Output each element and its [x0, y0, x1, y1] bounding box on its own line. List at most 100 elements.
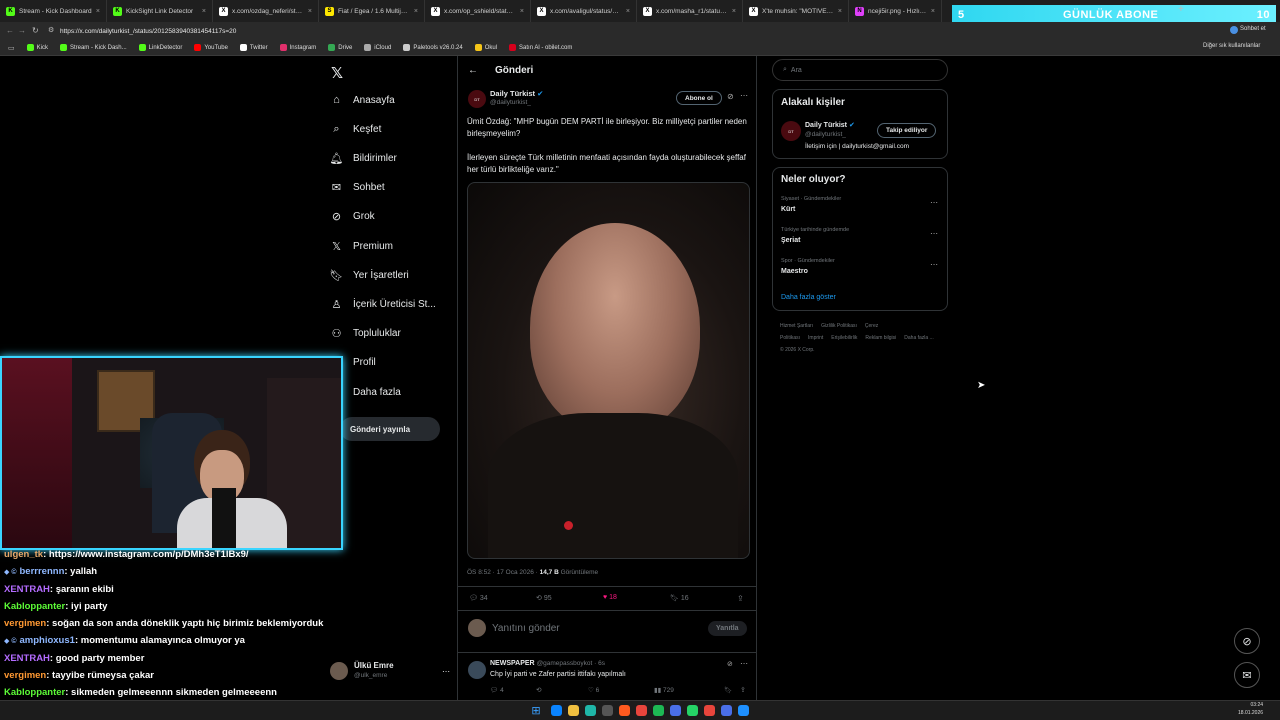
new-tab-icon[interactable]: + [1178, 4, 1184, 15]
trend-topic[interactable]: Kürt [781, 206, 795, 213]
reply-input[interactable]: Yanıtını gönder [492, 623, 560, 634]
reply-button[interactable]: Yanıtla [708, 621, 747, 636]
reload-icon[interactable]: ↻ [32, 26, 39, 35]
chat-username[interactable]: ulgen_tk [4, 549, 43, 560]
reply-count-button[interactable]: 💬︎ 34 [469, 594, 488, 602]
share-icon[interactable]: ⇪ [737, 594, 744, 603]
post-button[interactable]: Gönderi yayınla [340, 417, 440, 441]
reply-views-button[interactable]: ▮▮ 729 [654, 686, 674, 694]
footer-link[interactable]: Hizmet Şartları [780, 323, 813, 329]
grok-icon[interactable]: ⊘ [727, 660, 733, 668]
chat-username[interactable]: vergimen [4, 618, 46, 629]
more-icon[interactable]: ⋯ [740, 91, 748, 100]
author-avatar[interactable]: DT [468, 90, 486, 108]
taskbar-app-icon[interactable] [584, 705, 596, 716]
footer-link[interactable]: Erişilebilirlik [831, 335, 857, 341]
browser-tab[interactable]: K Stream - Kick Dashboard × [0, 0, 107, 22]
taskbar-app-icon[interactable] [550, 705, 562, 716]
taskbar-app-icon[interactable] [720, 705, 732, 716]
avatar[interactable] [468, 661, 486, 679]
nav-item-bell[interactable]: 🔔︎ Bildirimler [330, 148, 397, 168]
more-icon[interactable]: ⋯ [442, 667, 450, 676]
bookmark-item[interactable]: LinkDetector [138, 44, 182, 51]
chat-username[interactable]: XENTRAH [4, 584, 50, 595]
bookmark-item[interactable]: iCloud [364, 44, 391, 51]
taskbar-app-icon[interactable] [635, 705, 647, 716]
tab-close-icon[interactable]: × [202, 8, 206, 15]
taskbar-app-icon[interactable] [737, 705, 749, 716]
post-image[interactable] [467, 182, 750, 559]
windows-start-icon[interactable]: ⊞ [531, 704, 540, 717]
nav-item-home[interactable]: ⌂ Anasayfa [330, 90, 395, 110]
reply-repost-button[interactable]: ⟲ [536, 686, 541, 694]
account-switcher[interactable]: Ülkü Emre @ulk_emre ⋯ [330, 660, 450, 682]
nav-item-search[interactable]: ⌕ Keşfet [330, 119, 381, 139]
following-button[interactable]: Takip ediliyor [877, 123, 937, 138]
x-logo-icon[interactable]: 𝕏 [331, 64, 343, 82]
back-arrow-icon[interactable]: ← [468, 65, 478, 76]
forward-icon[interactable]: → [18, 26, 26, 35]
chat-username[interactable]: amphioxus1 [20, 635, 75, 646]
footer-link[interactable]: Gizlilik Politikası [821, 323, 857, 329]
bookmark-item[interactable]: Satın Al - obilet.com [509, 44, 572, 51]
footer-link[interactable]: Daha fazla ... [904, 335, 933, 341]
tab-close-icon[interactable]: × [414, 8, 418, 15]
tab-close-icon[interactable]: × [308, 8, 312, 15]
bookmark-item[interactable]: Paletools v26.0.24 [403, 44, 463, 51]
taskbar-app-icon[interactable] [652, 705, 664, 716]
bookmark-menu-icon[interactable]: ▭ [8, 44, 15, 52]
footer-link[interactable]: Imprint [808, 335, 823, 341]
bookmark-item[interactable]: Drive [328, 44, 352, 51]
browser-tab[interactable]: S Fiat / Egea / 1.6 Multijet / Lo… × [319, 0, 425, 22]
taskbar-app-icon[interactable] [618, 705, 630, 716]
nav-item-mail[interactable]: ✉ Sohbet [330, 178, 385, 198]
repost-button[interactable]: ⟲ 95 [536, 594, 552, 602]
trend-topic[interactable]: Maestro [781, 268, 808, 275]
chat-username[interactable]: berrrennn [20, 566, 65, 577]
tab-close-icon[interactable]: × [520, 8, 524, 15]
clock[interactable]: 03:24 18.01.2026 [1238, 701, 1263, 717]
taskbar-app-icon[interactable] [686, 705, 698, 716]
profile-icon[interactable] [1230, 26, 1238, 34]
messages-fab-icon[interactable]: ✉ [1234, 662, 1260, 688]
chat-username[interactable]: Kabloppanter [4, 687, 65, 698]
reply-share-icon[interactable]: ⇪ [740, 686, 746, 694]
profile-chat-label[interactable]: Sohbet et [1240, 26, 1266, 32]
browser-tab[interactable]: X X'te muhsin: "MOTIVE YILDI… × [743, 0, 849, 22]
browser-tab[interactable]: Xx.com/ozdag_neferi/status/2… × [213, 0, 319, 22]
chat-username[interactable]: vergimen [4, 670, 46, 681]
related-name-row[interactable]: Daily Türkist ✔ [805, 121, 855, 129]
like-button[interactable]: ♥ 18 [603, 594, 617, 601]
taskbar-app-icon[interactable] [567, 705, 579, 716]
trend-more-icon[interactable]: ⋯ [930, 229, 938, 238]
grok-icon[interactable]: ⊘ [727, 92, 734, 101]
browser-tab[interactable]: Xx.com/op_sshield/status/201… × [425, 0, 531, 22]
taskbar-app-icon[interactable] [669, 705, 681, 716]
bookmark-item[interactable]: Okul [474, 44, 497, 51]
chat-username[interactable]: XENTRAH [4, 653, 50, 664]
more-icon[interactable]: ⋯ [740, 659, 748, 668]
reply-bookmark-icon[interactable]: 🔖︎ [724, 686, 732, 694]
subscribe-button[interactable]: Abone ol [676, 91, 722, 105]
search-box[interactable]: ⌕ Ara [772, 59, 948, 81]
site-info-icon[interactable]: ⚙ [48, 26, 54, 34]
tab-close-icon[interactable]: × [96, 8, 100, 15]
tab-close-icon[interactable]: × [838, 8, 842, 15]
post-author[interactable]: Daily Türkist ✔ [490, 89, 543, 98]
other-bookmarks[interactable]: Diğer sık kullanılanlar [1203, 43, 1260, 49]
browser-tab[interactable]: Xx.com/avaligul/status/20124… × [531, 0, 637, 22]
browser-tab[interactable]: K KickSight Link Detector × [107, 0, 213, 22]
nav-item-communities[interactable]: ⚇ Topluluklar [330, 324, 401, 344]
bookmark-item[interactable]: Kick [26, 44, 48, 51]
taskbar-app-icon[interactable] [601, 705, 613, 716]
trend-topic[interactable]: Şeriat [781, 237, 800, 244]
reply-author[interactable]: NEWSPAPER [490, 660, 535, 667]
tab-close-icon[interactable]: × [626, 8, 630, 15]
url-field[interactable]: https://x.com/dailyturkist_/status/20125… [60, 28, 1280, 35]
bookmark-item[interactable]: Stream - Kick Dash... [59, 44, 127, 51]
nav-item-creator[interactable]: ♙ İçerik Üreticisi St... [330, 294, 436, 314]
reply-like-button[interactable]: ♡ 6 [588, 686, 599, 694]
trend-more-icon[interactable]: ⋯ [930, 198, 938, 207]
footer-link[interactable]: Reklam bilgisi [865, 335, 896, 341]
bookmark-item[interactable]: Twitter [239, 44, 268, 51]
